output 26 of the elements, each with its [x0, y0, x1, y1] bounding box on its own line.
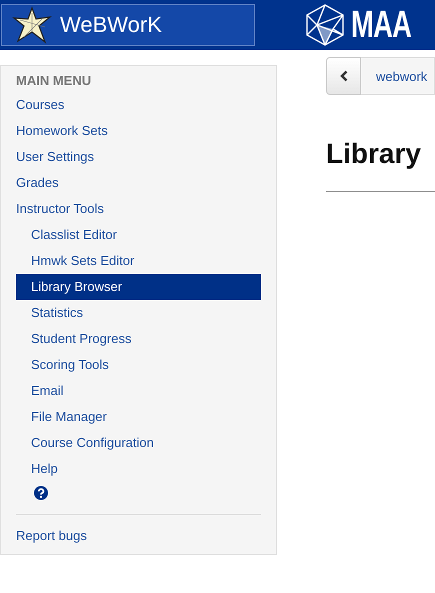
- menu-item[interactable]: Course Configuration: [16, 430, 261, 456]
- report-bugs-link[interactable]: Report bugs: [16, 523, 261, 549]
- menu-item[interactable]: Instructor Tools: [16, 196, 261, 222]
- help-icon[interactable]: [34, 486, 48, 500]
- chevron-left-icon: [340, 70, 348, 82]
- menu-item[interactable]: Classlist Editor: [16, 222, 261, 248]
- menu-item[interactable]: File Manager: [16, 404, 261, 430]
- page-title: Library: [326, 137, 422, 171]
- menu-item[interactable]: User Settings: [16, 144, 261, 170]
- menu-item[interactable]: Student Progress: [16, 326, 261, 352]
- site-title: WeBWorK: [60, 12, 162, 38]
- breadcrumb-link[interactable]: webwork: [376, 68, 428, 84]
- menu-item[interactable]: Hmwk Sets Editor: [16, 248, 261, 274]
- menu-item[interactable]: Email: [16, 378, 261, 404]
- back-button[interactable]: [326, 57, 361, 95]
- menu-item[interactable]: Help: [16, 456, 261, 482]
- menu-item[interactable]: Grades: [16, 170, 261, 196]
- star-logo-icon: [12, 5, 52, 45]
- menu-heading: MAIN MENU: [16, 72, 92, 90]
- menu-item[interactable]: Library Browser: [16, 274, 261, 300]
- menu-item[interactable]: Statistics: [16, 300, 261, 326]
- menu-item[interactable]: Homework Sets: [16, 118, 261, 144]
- menu-item[interactable]: Courses: [16, 92, 261, 118]
- menu-item[interactable]: Scoring Tools: [16, 352, 261, 378]
- partner-logo-text: MAA: [351, 4, 412, 46]
- logo-banner[interactable]: WeBWorK: [1, 4, 256, 46]
